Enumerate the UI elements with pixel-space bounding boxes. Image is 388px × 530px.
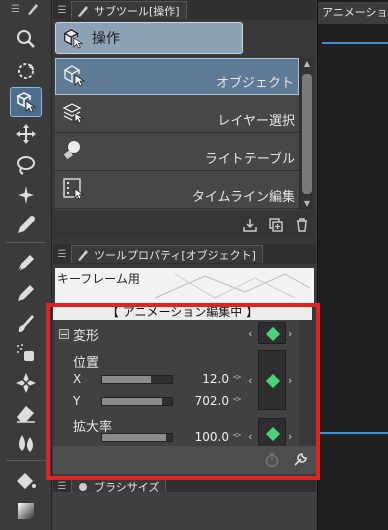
- rotate-view-icon[interactable]: [10, 56, 42, 86]
- subtool-object[interactable]: オブジェクト: [55, 58, 299, 95]
- object-icon: [63, 65, 86, 87]
- tool-property-tab[interactable]: ツールプロパティ[オブジェクト]: [71, 245, 263, 263]
- menu-icon[interactable]: ☰: [53, 481, 71, 492]
- timeline-track-line: [322, 42, 388, 44]
- subtool-label: タイムライン編集: [191, 190, 295, 205]
- menu-icon[interactable]: ☰: [53, 5, 71, 16]
- animation-tab[interactable]: アニメーション: [318, 2, 388, 24]
- subtool-label: オブジェクト: [215, 76, 294, 91]
- scroll-thumb[interactable]: [302, 74, 312, 194]
- import-icon[interactable]: [240, 215, 260, 235]
- pen-icon[interactable]: [10, 248, 42, 278]
- blend-icon[interactable]: [10, 428, 42, 458]
- brush-size-panel: [53, 492, 316, 530]
- timeline-icon: [63, 178, 85, 200]
- preview-graphic: [154, 273, 311, 299]
- scroll-up-icon[interactable]: ▲: [300, 58, 314, 70]
- trash-icon[interactable]: [292, 215, 312, 235]
- sub-tool-tab-bar: ☰ サブツール[操作]: [53, 0, 316, 20]
- menu-icon[interactable]: ☰: [53, 249, 71, 260]
- magic-wand-icon[interactable]: [10, 180, 42, 210]
- group-label: 操作: [92, 31, 120, 47]
- highlight-frame: [46, 303, 320, 480]
- subtool-label: レイヤー選択: [217, 114, 295, 129]
- pen-tab-icon: [27, 4, 38, 15]
- tool-property-icon: [78, 249, 88, 261]
- brush-icon[interactable]: [10, 308, 42, 338]
- decoration-icon[interactable]: [10, 368, 42, 398]
- eyedropper-icon[interactable]: [10, 210, 42, 240]
- timeline-track-line: [318, 432, 388, 434]
- scroll-down-icon[interactable]: ▼: [300, 198, 314, 210]
- layer-select-icon: [62, 103, 85, 124]
- pencil-icon[interactable]: [10, 278, 42, 308]
- light-bulb-icon: [63, 141, 80, 160]
- operation-group-button[interactable]: 操作: [55, 22, 243, 54]
- tool-property-tab-label: ツールプロパティ[オブジェクト]: [94, 248, 256, 262]
- clip-studio-panels: ☰ ☰ サブツール[操作] 操作 オブジェクト レイヤー選択 ライトテーブル タ…: [0, 0, 388, 530]
- sub-tool-tab[interactable]: サブツール[操作]: [71, 1, 187, 19]
- sub-tool-tab-label: サブツール[操作]: [94, 4, 180, 18]
- subtool-label: ライトテーブル: [204, 152, 295, 167]
- subtool-timeline-edit[interactable]: タイムライン編集: [55, 172, 299, 209]
- zoom-tool-icon[interactable]: [10, 24, 42, 54]
- airbrush-icon[interactable]: [10, 338, 42, 368]
- tool-property-tab-bar: ☰ ツールプロパティ[オブジェクト]: [53, 244, 316, 264]
- tool-palette: ☰: [0, 0, 52, 530]
- eraser-icon[interactable]: [10, 398, 42, 428]
- move-layer-icon[interactable]: [10, 119, 42, 149]
- lasso-selection-icon[interactable]: [10, 150, 42, 180]
- subtool-light-table[interactable]: ライトテーブル: [55, 134, 299, 171]
- operation-tool-icon: [63, 29, 84, 49]
- tool-palette-header: ☰: [0, 0, 51, 18]
- subtool-layer-select[interactable]: レイヤー選択: [55, 96, 299, 133]
- operation-tool-icon[interactable]: [10, 87, 42, 117]
- sub-tool-list: オブジェクト レイヤー選択 ライトテーブル タイムライン編集: [55, 58, 299, 210]
- gradient-icon[interactable]: [10, 496, 42, 526]
- sub-tool-scrollbar[interactable]: ▲ ▼: [299, 58, 314, 210]
- menu-icon[interactable]: ☰: [11, 4, 20, 15]
- animation-panel: アニメーション: [317, 0, 388, 530]
- sub-tool-footer: [53, 212, 316, 238]
- duplicate-icon[interactable]: [266, 215, 286, 235]
- property-preview: キーフレーム用: [55, 268, 314, 304]
- brush-tab-icon: [78, 5, 88, 17]
- fill-icon[interactable]: [10, 466, 42, 496]
